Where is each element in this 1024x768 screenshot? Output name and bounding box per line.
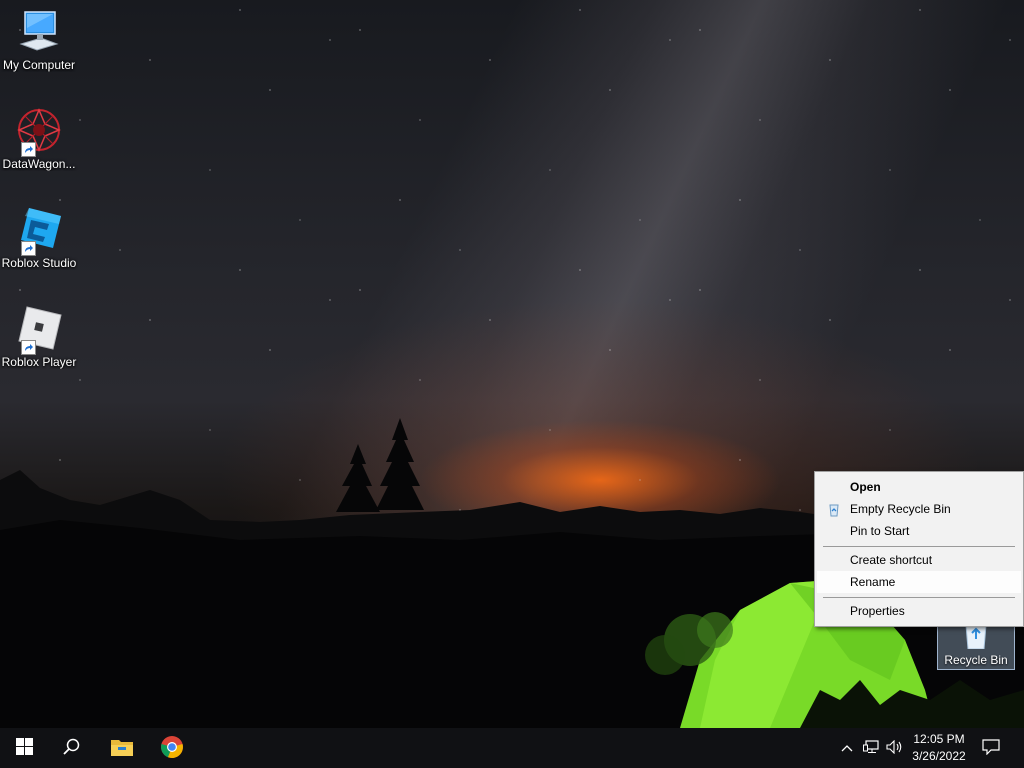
computer-icon — [15, 8, 63, 56]
shortcut-arrow-icon — [21, 142, 36, 157]
desktop-icon-label: Roblox Studio — [1, 256, 77, 270]
roblox-studio-icon — [15, 206, 63, 256]
menu-separator — [823, 546, 1015, 547]
menu-item-label: Properties — [850, 604, 905, 618]
menu-item-rename[interactable]: Rename — [817, 571, 1021, 593]
clock[interactable]: 12:05 PM 3/26/2022 — [904, 731, 974, 765]
desktop-icon-datawagon[interactable]: DataWagon... — [0, 107, 78, 171]
windows-start-icon — [15, 738, 33, 758]
volume-icon — [886, 739, 904, 757]
shortcut-arrow-icon — [21, 241, 36, 256]
desktop-icon-roblox-player[interactable]: Roblox Player — [0, 305, 78, 369]
menu-item-create-shortcut[interactable]: Create shortcut — [817, 549, 1021, 571]
menu-item-label: Rename — [850, 575, 896, 589]
menu-item-empty-recycle-bin[interactable]: Empty Recycle Bin — [817, 498, 1021, 520]
menu-item-properties[interactable]: Properties — [817, 600, 1021, 622]
menu-item-label: Create shortcut — [850, 553, 933, 567]
network-icon — [863, 739, 879, 757]
search-icon — [63, 738, 81, 759]
file-explorer-icon — [110, 737, 134, 760]
file-explorer-button[interactable] — [98, 728, 146, 768]
desktop-icon-roblox-studio[interactable]: Roblox Studio — [0, 206, 78, 270]
desktop-icon-my-computer[interactable]: My Computer — [0, 8, 78, 72]
desktop-icon-label: Roblox Player — [1, 355, 77, 369]
menu-separator — [823, 597, 1015, 598]
menu-item-label: Empty Recycle Bin — [850, 502, 951, 516]
search-button[interactable] — [48, 728, 96, 768]
start-button[interactable] — [0, 728, 48, 768]
clock-date: 3/26/2022 — [912, 749, 966, 763]
menu-item-label: Open — [850, 480, 881, 494]
menu-item-label: Pin to Start — [850, 524, 910, 538]
desktop-icon-label: My Computer — [2, 58, 76, 72]
notification-center-button[interactable] — [981, 738, 1001, 758]
datawagon-icon — [15, 107, 63, 157]
recycle-small-icon — [827, 502, 841, 517]
chrome-icon — [160, 735, 184, 762]
menu-item-pin-to-start[interactable]: Pin to Start — [817, 520, 1021, 542]
network-button[interactable] — [861, 738, 881, 758]
clock-time: 12:05 PM — [913, 732, 965, 746]
volume-button[interactable] — [885, 738, 905, 758]
context-menu: Open Empty Recycle Bin Pin to Start Crea… — [814, 471, 1024, 627]
roblox-player-icon — [15, 305, 63, 355]
menu-item-open[interactable]: Open — [817, 476, 1021, 498]
shortcut-arrow-icon — [21, 340, 36, 355]
desktop-icon-label: DataWagon... — [2, 157, 76, 171]
notification-icon — [982, 738, 1000, 758]
chevron-up-icon — [841, 741, 853, 755]
taskbar: 12:05 PM 3/26/2022 — [0, 728, 1024, 768]
recycle-bin-label: Recycle Bin — [944, 653, 1008, 667]
show-hidden-icons-button[interactable] — [837, 738, 857, 758]
chrome-button[interactable] — [148, 728, 196, 768]
